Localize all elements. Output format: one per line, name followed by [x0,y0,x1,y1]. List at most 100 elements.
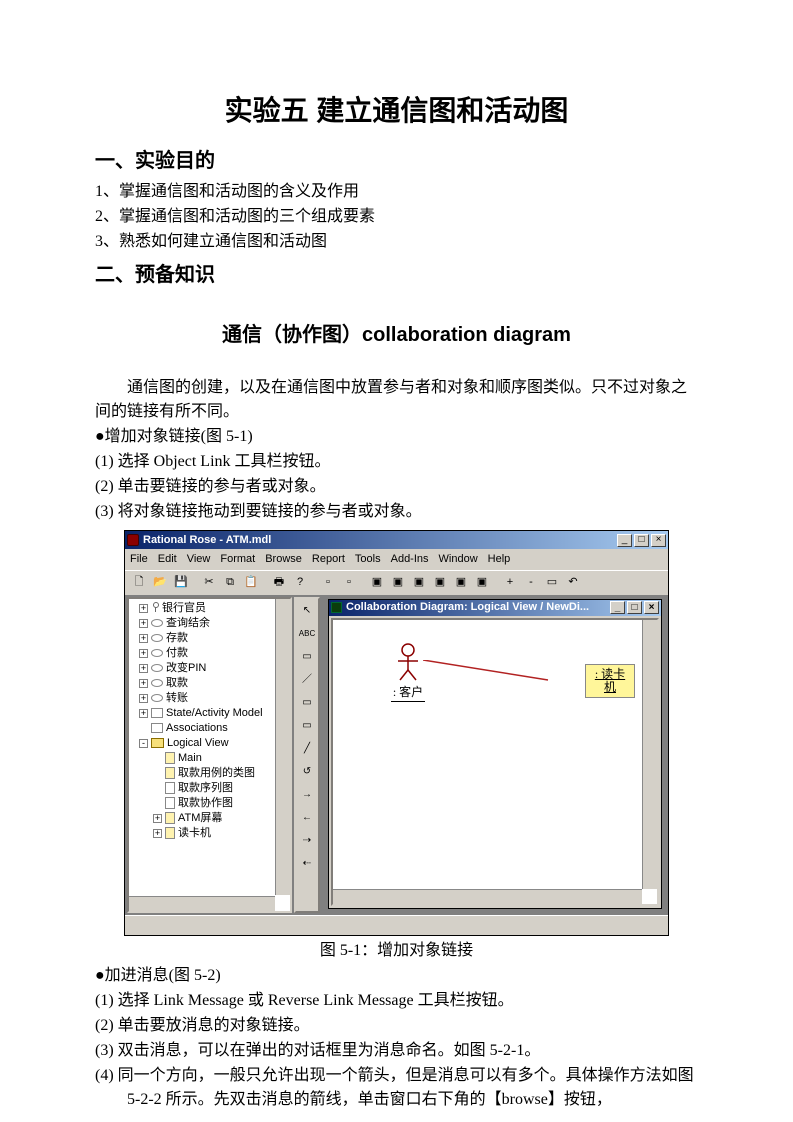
tree-item[interactable]: +银行官员 [131,601,288,616]
menu-file[interactable]: File [130,551,148,568]
tb-browse5-icon[interactable]: ▣ [451,573,471,593]
tb-help-icon[interactable]: ? [290,573,310,593]
tool-text-icon[interactable]: ABC [297,624,317,644]
menu-window[interactable]: Window [439,551,478,568]
tb-fit-icon[interactable]: ▭ [542,573,562,593]
tb-zoomout-icon[interactable]: - [521,573,541,593]
tb-browse1-icon[interactable]: ▣ [367,573,387,593]
sub-minimize-button[interactable]: _ [610,601,625,614]
diagram-title: Collaboration Diagram: Logical View / Ne… [346,599,589,616]
tb-new-icon[interactable]: 🗋 [129,573,149,593]
tree-expander-icon[interactable]: + [139,664,148,673]
tree-item[interactable]: +转账 [131,691,288,706]
tb-browse4-icon[interactable]: ▣ [430,573,450,593]
menu-report[interactable]: Report [312,551,345,568]
tool-note-icon[interactable]: ▭ [297,647,317,667]
tb-open-icon[interactable]: 📂 [150,573,170,593]
menu-addins[interactable]: Add-Ins [391,551,429,568]
menu-tools[interactable]: Tools [355,551,381,568]
object-cardreader[interactable]: : 读卡机 [585,664,635,698]
tool-revlinkmsg-icon[interactable]: ← [297,808,317,828]
menu-view[interactable]: View [187,551,211,568]
tb-view1-icon[interactable]: ▫ [318,573,338,593]
tool-dataflow-icon[interactable]: ⇢ [297,831,317,851]
canvas-scroll-h[interactable] [333,889,642,904]
tb-browse3-icon[interactable]: ▣ [409,573,429,593]
minimize-button[interactable]: _ [617,534,632,547]
close-button[interactable]: × [651,534,666,547]
folder-icon [151,738,164,748]
menu-format[interactable]: Format [220,551,255,568]
tree-item[interactable]: +ATM屏幕 [131,811,288,826]
tree-item[interactable]: +付款 [131,646,288,661]
tool-arrow-icon[interactable]: ↖ [297,601,317,621]
tree-expander-icon[interactable]: + [139,709,148,718]
object-link-line[interactable] [423,660,553,686]
tree-expander-icon[interactable]: + [153,829,162,838]
figure-5-1-screenshot: Rational Rose - ATM.mdl _ □ × File Edit … [124,530,669,936]
tree-expander-icon[interactable]: - [139,739,148,748]
tb-print-icon[interactable]: 🖶 [269,573,289,593]
actor-customer[interactable]: : 客户 [388,642,428,702]
section-heading-2: 二、预备知识 [95,260,698,290]
tree-item[interactable]: +State/Activity Model [131,706,288,721]
file-icon [165,752,175,764]
canvas-scroll-v[interactable] [642,620,657,889]
tool-linkself-icon[interactable]: ↺ [297,762,317,782]
tree-item[interactable]: -Logical View [131,736,288,751]
tb-browse6-icon[interactable]: ▣ [472,573,492,593]
menu-edit[interactable]: Edit [158,551,177,568]
tree-expander-icon[interactable]: + [139,634,148,643]
app-window: Rational Rose - ATM.mdl _ □ × File Edit … [124,530,669,936]
status-bar [125,915,668,935]
tree-expander-icon[interactable]: + [139,694,148,703]
tree-expander-icon[interactable]: + [139,619,148,628]
tree-expander-icon[interactable]: + [139,604,148,613]
tb-copy-icon[interactable]: ⧉ [220,573,240,593]
tree-item[interactable]: +查询结余 [131,616,288,631]
tree-item[interactable]: +存款 [131,631,288,646]
actor-icon [151,602,159,614]
tree-scroll-h[interactable] [129,896,275,911]
tb-paste-icon[interactable]: 📋 [241,573,261,593]
tree-item[interactable]: 取款用例的类图 [131,766,288,781]
tb-zoomin-icon[interactable]: + [500,573,520,593]
tool-object-icon[interactable]: ▭ [297,693,317,713]
tree-item[interactable]: 取款序列图 [131,781,288,796]
tree-item[interactable]: Associations [131,721,288,736]
maximize-button[interactable]: □ [634,534,649,547]
tree-panel[interactable]: +银行官员+查询结余+存款+付款+改变PIN+取款+转账+State/Activ… [127,597,292,913]
objective-2: 2、掌握通信图和活动图的三个组成要素 [95,205,698,229]
item-icon [151,708,163,718]
sub-close-button[interactable]: × [644,601,659,614]
tool-linkmsg-icon[interactable]: → [297,785,317,805]
tool-anchor-icon[interactable]: ／ [297,670,317,690]
tree-scroll-v[interactable] [275,599,290,895]
sub-maximize-button[interactable]: □ [627,601,642,614]
tb-browse2-icon[interactable]: ▣ [388,573,408,593]
step-b-3: (3) 双击消息，可以在弹出的对话框里为消息命名。如图 5-2-1。 [95,1039,698,1063]
tree-expander-icon[interactable]: + [139,649,148,658]
tree-expander-icon[interactable]: + [139,679,148,688]
tb-cut-icon[interactable]: ✂ [199,573,219,593]
tree-expander-icon[interactable]: + [153,814,162,823]
file-icon [165,797,175,809]
tree-item[interactable]: Main [131,751,288,766]
tree-item[interactable]: +改变PIN [131,661,288,676]
tb-save-icon[interactable]: 💾 [171,573,191,593]
step-b-4: (4) 同一个方向，一般只允许出现一个箭头，但是消息可以有多个。具体操作方法如图… [95,1064,698,1112]
tool-objectlink-icon[interactable]: ╱ [297,739,317,759]
menu-help[interactable]: Help [488,551,511,568]
tb-undo-icon[interactable]: ↶ [563,573,583,593]
intro-paragraph: 通信图的创建，以及在通信图中放置参与者和对象和顺序图类似。只不过对象之间的链接有… [95,376,698,424]
tool-revdataflow-icon[interactable]: ⇠ [297,854,317,874]
tb-view2-icon[interactable]: ▫ [339,573,359,593]
tree-item[interactable]: +取款 [131,676,288,691]
diagram-canvas[interactable]: : 客户 : 读卡机 [331,618,659,906]
tool-class-icon[interactable]: ▭ [297,716,317,736]
tree-item[interactable]: +读卡机 [131,826,288,841]
tree-item[interactable]: 取款协作图 [131,796,288,811]
menu-browse[interactable]: Browse [265,551,302,568]
bullet-2: ●加进消息(图 5-2) [95,964,698,988]
step-b-2: (2) 单击要放消息的对象链接。 [95,1014,698,1038]
